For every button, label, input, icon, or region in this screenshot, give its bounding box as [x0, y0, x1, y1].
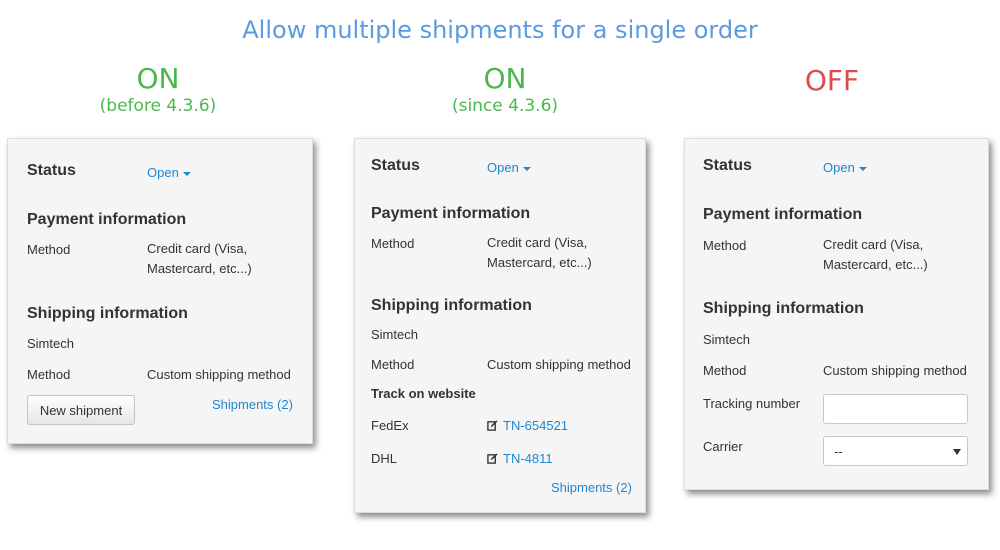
- shipping-heading: Shipping information: [27, 305, 188, 322]
- vendor-name: Simtech: [371, 327, 418, 342]
- column-2-state-text: ON: [483, 62, 527, 95]
- payment-method-value: Credit card (Visa, Mastercard, etc...): [487, 233, 592, 273]
- shipping-heading: Shipping information: [703, 300, 864, 317]
- track-heading: Track on website: [371, 386, 476, 401]
- shipping-method-value: Custom shipping method: [823, 363, 967, 378]
- caret-down-icon: [858, 166, 867, 171]
- edit-icon: [487, 453, 498, 464]
- shipments-link[interactable]: Shipments (2): [212, 397, 293, 412]
- status-value: Open: [147, 165, 179, 180]
- payment-method-label: Method: [27, 242, 71, 257]
- payment-method-line-1: Credit card (Visa,: [487, 235, 588, 250]
- vendor-name: Simtech: [703, 332, 750, 347]
- tracking-link-dhl[interactable]: TN-4811: [487, 451, 553, 466]
- status-value: Open: [487, 160, 519, 175]
- dropdown-arrow-icon: [953, 449, 961, 455]
- column-3-state: OFF: [732, 66, 932, 96]
- status-label: Status: [703, 157, 752, 174]
- order-panel-off: Status Open Payment information Method C…: [684, 138, 989, 490]
- order-panel-since: Status Open Payment information Method C…: [354, 138, 646, 513]
- column-1-state-text: ON: [136, 62, 180, 95]
- caret-down-icon: [522, 166, 531, 171]
- page-title: Allow multiple shipments for a single or…: [242, 16, 758, 44]
- shipments-link[interactable]: Shipments (2): [551, 480, 632, 495]
- status-label: Status: [371, 157, 420, 174]
- payment-method-value: Credit card (Visa, Mastercard, etc...): [147, 239, 252, 279]
- payment-heading: Payment information: [371, 205, 531, 222]
- shipping-method-label: Method: [703, 363, 747, 378]
- column-2-state: ON (since 4.3.6): [405, 64, 605, 118]
- payment-method-line-2: Mastercard, etc...): [147, 261, 252, 276]
- tracking-carrier-dhl: DHL: [371, 451, 398, 466]
- shipping-method-value: Custom shipping method: [487, 357, 631, 372]
- tracking-number: TN-654521: [503, 418, 569, 433]
- payment-method-value: Credit card (Visa, Mastercard, etc...): [823, 235, 928, 275]
- payment-method-label: Method: [703, 238, 747, 253]
- new-shipment-button[interactable]: New shipment: [27, 395, 135, 425]
- column-2-version-note: (since 4.3.6): [451, 96, 559, 116]
- shipping-method-label: Method: [371, 357, 415, 372]
- column-1-state: ON (before 4.3.6): [58, 64, 258, 118]
- tracking-number: TN-4811: [503, 451, 553, 466]
- carrier-selected-value: --: [834, 444, 843, 459]
- payment-method-line-1: Credit card (Visa,: [823, 237, 924, 252]
- caret-down-icon: [182, 171, 191, 176]
- tracking-carrier-fedex: FedEx: [371, 418, 409, 433]
- status-dropdown[interactable]: Open: [487, 160, 531, 175]
- vendor-name: Simtech: [27, 336, 74, 351]
- payment-method-label: Method: [371, 236, 415, 251]
- column-3-state-text: OFF: [804, 64, 860, 97]
- tracking-number-input[interactable]: [823, 394, 968, 424]
- status-value: Open: [823, 160, 855, 175]
- status-label: Status: [27, 162, 76, 179]
- tracking-link-fedex[interactable]: TN-654521: [487, 418, 568, 433]
- status-dropdown[interactable]: Open: [147, 165, 191, 180]
- order-panel-before: Status Open Payment information Method C…: [7, 138, 313, 444]
- column-1-version-note: (before 4.3.6): [99, 96, 217, 116]
- status-dropdown[interactable]: Open: [823, 160, 867, 175]
- payment-heading: Payment information: [27, 211, 187, 228]
- payment-method-line-1: Credit card (Visa,: [147, 241, 248, 256]
- shipping-method-value: Custom shipping method: [147, 367, 291, 382]
- edit-icon: [487, 420, 498, 431]
- tracking-number-label: Tracking number: [703, 396, 801, 411]
- payment-method-line-2: Mastercard, etc...): [487, 255, 592, 270]
- carrier-label: Carrier: [703, 439, 743, 454]
- payment-heading: Payment information: [703, 206, 863, 223]
- carrier-select[interactable]: --: [823, 436, 968, 466]
- payment-method-line-2: Mastercard, etc...): [823, 257, 928, 272]
- shipping-method-label: Method: [27, 367, 71, 382]
- shipping-heading: Shipping information: [371, 297, 532, 314]
